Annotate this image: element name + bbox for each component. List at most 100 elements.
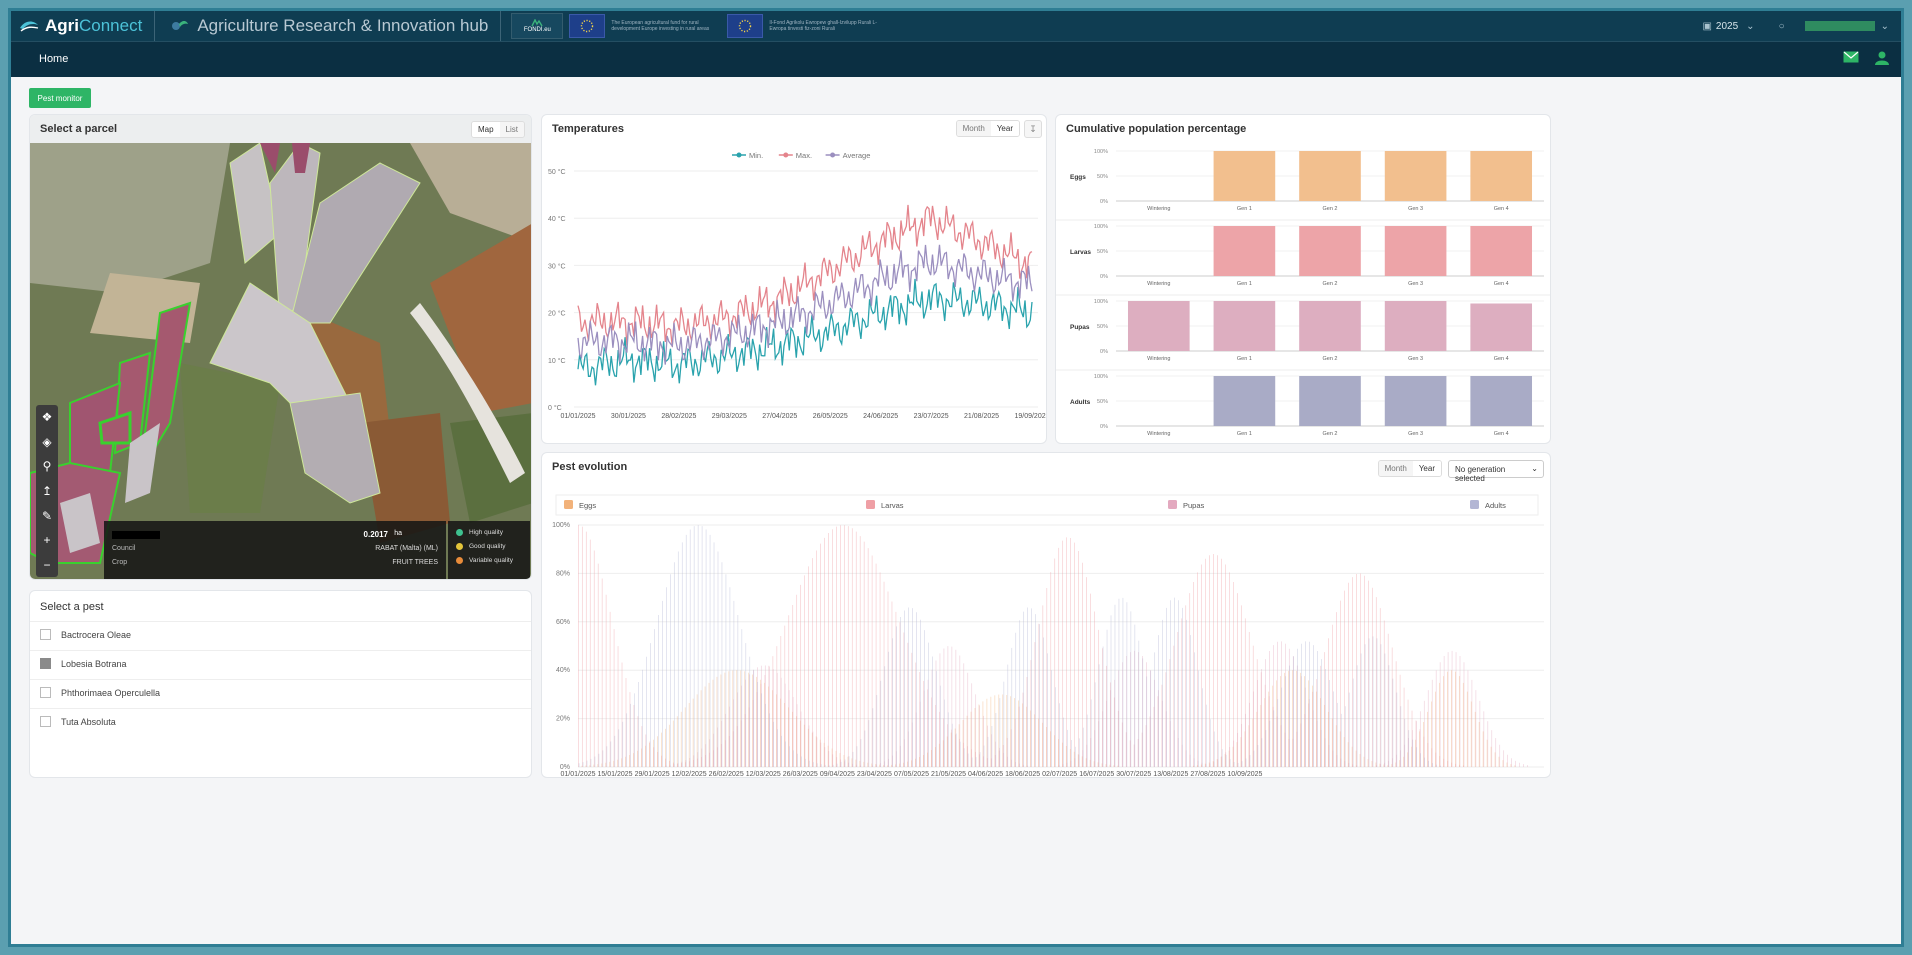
cum-x-tick: Wintering [1147,206,1170,212]
temp-x-tick: 24/06/2025 [863,413,898,420]
evo-y-tick: 20% [556,716,570,723]
cum-y-tick: 0% [1100,424,1108,430]
calendar-icon: ▣ [1702,20,1712,32]
evo-x-tick: 07/05/2025 [894,771,929,778]
zoom-out-icon[interactable]: − [43,558,50,572]
cum-bar [1299,301,1361,351]
evo-y-tick: 0% [560,764,570,771]
cum-x-tick: Gen 1 [1237,281,1252,287]
nav-icons [1843,51,1889,65]
cum-bar [1384,301,1447,351]
pest-evolution-title: Pest evolution [552,461,628,473]
cum-y-tick: 50% [1097,249,1108,255]
eu-flag-icon [569,14,606,38]
cum-bar [1213,376,1276,426]
layers-icon[interactable]: ◈ [42,435,51,449]
temp-y-tick: 10 °C [548,357,566,365]
temp-x-tick: 28/02/2025 [661,413,696,420]
pest-item[interactable]: Bactrocera Oleae [40,629,131,640]
nav-home-link[interactable]: Home [39,53,68,65]
cum-x-tick: Gen 1 [1237,431,1252,437]
parcel-name-redacted [112,531,160,539]
map-toolbar: ❖ ◈ ⚲ ↥ ✎ + − [36,405,58,577]
search-icon[interactable]: ⚲ [43,459,52,473]
evo-legend-checkbox[interactable] [866,500,875,509]
fondi-label: FONDI.eu [523,27,551,33]
upload-icon[interactable]: ↥ [42,484,52,498]
year-selector[interactable]: 2025 [1716,21,1738,32]
cum-y-tick: 0% [1100,199,1108,205]
chevron-down-icon[interactable]: ⌄ [1746,21,1754,32]
cum-y-tick: 100% [1094,374,1108,380]
evo-legend-checkbox[interactable] [1470,500,1479,509]
cum-y-tick: 0% [1100,274,1108,280]
legend-dot-icon [456,557,463,564]
cum-y-tick: 100% [1094,299,1108,305]
map-view-button[interactable]: Map [471,122,500,137]
evo-series [577,525,1464,767]
hub-title: Agriculture Research & Innovation hub [155,11,502,41]
measure-icon[interactable]: ✎ [42,509,52,523]
cum-bar [1213,301,1276,351]
parcel-card: Select a parcel Map List ❖ ◈ ⚲ ↥ ✎ + − 0… [29,114,532,580]
evo-x-tick: 09/04/2025 [820,771,855,778]
app-logo[interactable]: AgriConnect [19,11,156,41]
temp-x-tick: 29/03/2025 [712,413,747,420]
evo-legend-label: Eggs [579,501,596,510]
temperatures-month-button[interactable]: Month [956,121,991,136]
cum-x-tick: Gen 4 [1494,281,1509,287]
parcel-area-unit: ha [394,530,402,537]
pest-checkbox[interactable] [40,716,51,727]
draw-icon[interactable]: ❖ [42,410,53,424]
temperatures-title: Temperatures [552,123,624,135]
list-view-button[interactable]: List [499,122,524,137]
main-nav: Home [11,41,1901,77]
evo-x-tick: 21/05/2025 [931,771,966,778]
user-menu-chevron-icon[interactable]: ⌄ [1881,21,1889,32]
legend-item: Good quality [456,543,530,550]
evolution-month-button[interactable]: Month [1378,461,1413,476]
evo-x-tick: 26/03/2025 [783,771,818,778]
generation-select[interactable]: No generation selected ⌄ [1448,460,1544,483]
zoom-in-icon[interactable]: + [43,533,50,547]
evo-x-tick: 01/01/2025 [560,771,595,778]
mail-icon[interactable] [1843,51,1859,63]
evo-legend-checkbox[interactable] [564,500,573,509]
legend-dot-icon [456,529,463,536]
parcel-map[interactable] [30,143,532,580]
evo-x-tick: 15/01/2025 [598,771,633,778]
cum-x-tick: Wintering [1147,356,1170,362]
user-icon[interactable] [1875,51,1889,65]
pest-checkbox[interactable] [40,658,51,669]
evo-y-tick: 60% [556,619,570,626]
download-icon[interactable]: ↧ [1024,120,1042,138]
eu-fund-text: The European agricultural fund for rural… [611,20,710,32]
user-name-redacted[interactable] [1804,21,1875,31]
evo-series [665,641,1528,767]
pest-item[interactable]: Tuta Absoluta [40,716,116,727]
evo-x-tick: 12/03/2025 [746,771,781,778]
evo-legend-checkbox[interactable] [1168,500,1177,509]
pest-checkbox[interactable] [40,687,51,698]
temp-x-tick: 30/01/2025 [611,413,646,420]
evo-y-tick: 100% [552,522,570,529]
map-list-toggle: Map List [470,121,525,138]
temperatures-range-toggle: Month Year [955,120,1020,137]
temperatures-year-button[interactable]: Year [990,121,1019,136]
cum-y-tick: 50% [1097,324,1108,330]
pest-divider [30,621,531,622]
pest-checkbox[interactable] [40,629,51,640]
pest-divider [30,708,531,709]
pest-item[interactable]: Lobesia Botrana [40,658,127,669]
parcel-area: 0.2017 [363,530,388,539]
funding-logos: FONDI.eu The European agricultural fund … [511,13,879,39]
evo-y-tick: 80% [556,570,570,577]
temp-y-tick: 40 °C [548,215,566,223]
pest-item[interactable]: Phthorimaea Operculella [40,687,160,698]
generation-select-value: No generation selected [1455,465,1506,483]
cum-bar [1470,303,1533,351]
evolution-year-button[interactable]: Year [1412,461,1441,476]
cum-series-label: Eggs [1070,174,1086,181]
top-right-controls: ▣ 2025 ⌄ ○ ⌄ [1702,11,1889,41]
pest-monitor-button[interactable]: Pest monitor [29,88,91,108]
